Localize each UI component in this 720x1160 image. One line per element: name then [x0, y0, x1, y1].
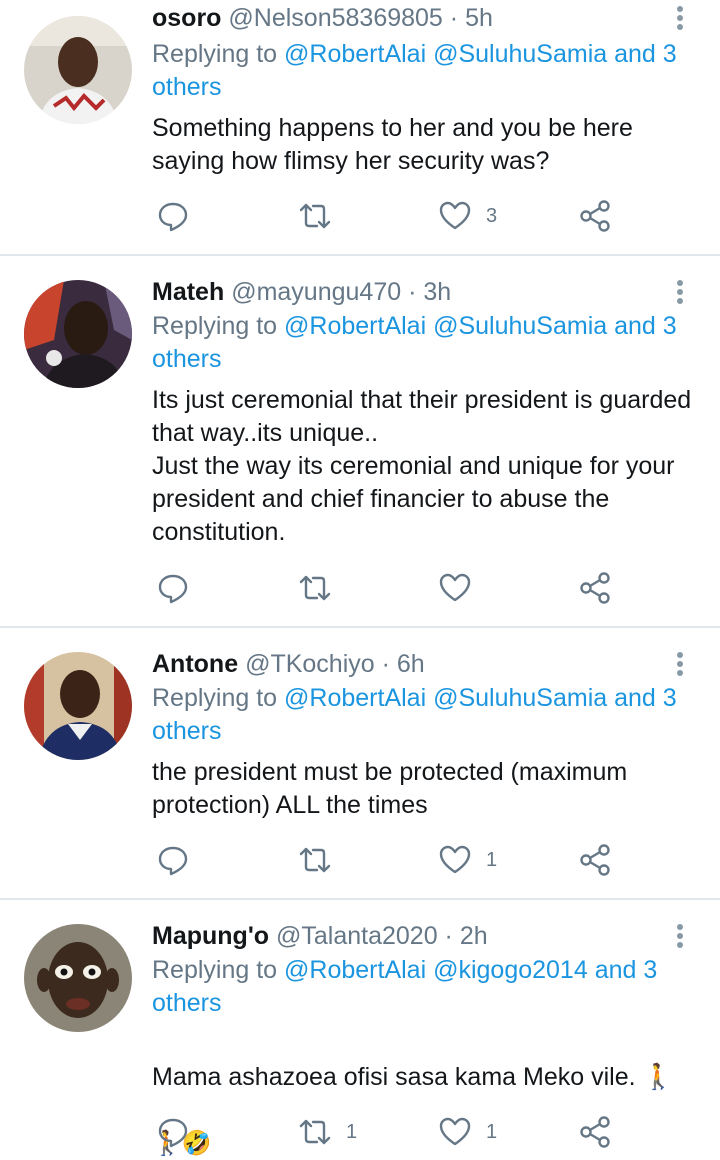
comment-button[interactable]: [156, 196, 204, 236]
retweet-button[interactable]: 1: [298, 1112, 357, 1152]
tweet[interactable]: Antone @TKochiyo · 6h Replying to @Rober…: [0, 630, 720, 898]
more-vertical-icon[interactable]: [670, 650, 690, 680]
tweet-text-line: Mama ashazoea ofisi sasa kama Meko vile.…: [152, 1063, 674, 1091]
comment-icon: [158, 1118, 188, 1148]
separator: ·: [374, 650, 397, 678]
like-count: 1: [486, 848, 498, 871]
tweet-text: the president must be protected (maximum…: [152, 758, 628, 819]
like-button[interactable]: [438, 568, 486, 608]
avatar[interactable]: [24, 924, 132, 1032]
separator: ·: [442, 4, 466, 32]
replying-to: Replying to @RobertAlai @SuluhuSamia and…: [152, 38, 697, 104]
retweet-button[interactable]: [298, 196, 346, 236]
heart-icon: [439, 573, 471, 602]
share-icon: [580, 844, 610, 876]
comment-button[interactable]: [156, 1112, 204, 1152]
share-icon: [580, 572, 610, 604]
tweet-actions: 1: [152, 840, 632, 880]
tweet-actions: 3: [152, 196, 632, 236]
retweet-button[interactable]: [298, 568, 346, 608]
display-name[interactable]: Mateh: [152, 278, 224, 306]
separator: ·: [437, 922, 460, 950]
timestamp[interactable]: 6h: [397, 650, 425, 678]
heart-icon: [439, 845, 471, 874]
comment-button[interactable]: [156, 840, 204, 880]
tweet-actions: 1 1: [152, 1112, 632, 1152]
divider: [0, 898, 720, 900]
share-icon: [580, 200, 610, 232]
timestamp[interactable]: 3h: [423, 278, 451, 306]
tweet-text: Its just ceremonial that their president…: [152, 386, 692, 546]
user-handle[interactable]: @mayungu470: [231, 278, 401, 306]
timestamp[interactable]: 2h: [460, 922, 488, 950]
like-button[interactable]: 1: [438, 840, 497, 880]
tweet[interactable]: osoro @Nelson58369805 · 5h Replying to @…: [0, 0, 720, 254]
tweet-actions: [152, 568, 632, 608]
heart-icon: [439, 201, 471, 230]
comment-icon: [158, 202, 188, 232]
share-button[interactable]: [578, 840, 612, 880]
replying-to: Replying to @RobertAlai @kigogo2014 and …: [152, 954, 697, 1020]
comment-icon: [158, 846, 188, 876]
replying-prefix: Replying to: [152, 684, 285, 712]
tweet-header: Mateh @mayungu470 · 3h: [152, 275, 451, 309]
tweet[interactable]: Mapung'o @Talanta2020 · 2h Replying to @…: [0, 902, 720, 1157]
share-button[interactable]: [578, 568, 612, 608]
user-handle[interactable]: @Talanta2020: [276, 922, 438, 950]
display-name[interactable]: Mapung'o: [152, 922, 269, 950]
retweet-icon: [299, 1119, 331, 1145]
replying-prefix: Replying to: [152, 312, 285, 340]
more-vertical-icon[interactable]: [670, 4, 690, 34]
replying-to: Replying to @RobertAlai @SuluhuSamia and…: [152, 310, 697, 376]
share-button[interactable]: [578, 196, 612, 236]
more-vertical-icon[interactable]: [670, 922, 690, 952]
divider: [0, 626, 720, 628]
divider: [0, 254, 720, 256]
display-name[interactable]: Antone: [152, 650, 238, 678]
tweet[interactable]: Mateh @mayungu470 · 3h Replying to @Robe…: [0, 258, 720, 626]
avatar[interactable]: [24, 16, 132, 124]
tweet-text: Something happens to her and you be here…: [152, 114, 633, 175]
like-count: 3: [486, 204, 498, 227]
separator: ·: [401, 278, 424, 306]
more-vertical-icon[interactable]: [670, 278, 690, 308]
tweet-header: Mapung'o @Talanta2020 · 2h: [152, 919, 488, 953]
share-icon: [580, 1116, 610, 1148]
share-button[interactable]: [578, 1112, 612, 1152]
retweet-icon: [299, 575, 331, 601]
retweet-button[interactable]: [298, 840, 346, 880]
replying-to: Replying to @RobertAlai @SuluhuSamia and…: [152, 682, 697, 748]
avatar[interactable]: [24, 280, 132, 388]
like-count: 1: [486, 1120, 498, 1143]
replying-prefix: Replying to: [152, 40, 285, 68]
comment-icon: [158, 574, 188, 604]
retweet-count: 1: [346, 1120, 358, 1143]
tweet-header: osoro @Nelson58369805 · 5h: [152, 1, 493, 35]
replying-prefix: Replying to: [152, 956, 285, 984]
display-name[interactable]: osoro: [152, 4, 221, 32]
avatar[interactable]: [24, 652, 132, 760]
tweet-header: Antone @TKochiyo · 6h: [152, 647, 425, 681]
retweet-icon: [299, 203, 331, 229]
retweet-icon: [299, 847, 331, 873]
like-button[interactable]: 3: [438, 196, 497, 236]
user-handle[interactable]: @Nelson58369805: [228, 4, 442, 32]
user-handle[interactable]: @TKochiyo: [245, 650, 375, 678]
like-button[interactable]: 1: [438, 1112, 497, 1152]
heart-icon: [439, 1117, 471, 1146]
comment-button[interactable]: [156, 568, 204, 608]
timestamp[interactable]: 5h: [465, 4, 493, 32]
